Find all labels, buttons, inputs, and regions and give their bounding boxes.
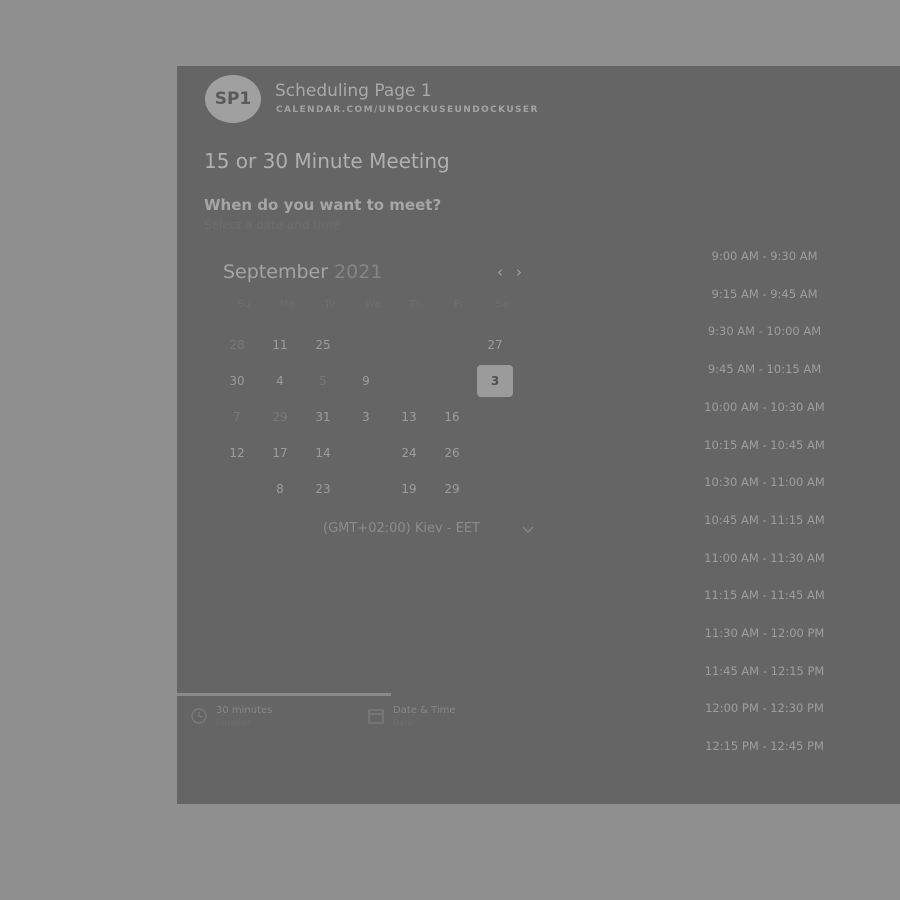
weekday-label: We xyxy=(365,299,381,310)
weekday-label: Tu xyxy=(324,299,336,310)
page: SP1 Scheduling Page 1 CALENDAR.COM/UNDOC… xyxy=(0,0,900,900)
time-slot[interactable]: 9:15 AM - 9:45 AM xyxy=(697,287,832,301)
date-time-question: When do you want to meet? xyxy=(204,196,442,214)
time-slot[interactable]: 10:30 AM - 11:00 AM xyxy=(697,475,832,489)
previous-month-button[interactable]: ‹ xyxy=(492,263,508,281)
date-time-value: Date xyxy=(393,718,413,727)
chevron-right-icon: › xyxy=(516,263,522,281)
timezone-select[interactable]: (GMT+02:00) Kiev - EET xyxy=(323,521,480,536)
calendar-day[interactable]: 28 xyxy=(219,329,255,361)
calendar-day[interactable]: 16 xyxy=(434,401,470,433)
calendar-day[interactable]: 4 xyxy=(262,365,298,397)
date-time-label: Date & Time xyxy=(393,705,456,716)
clock-icon xyxy=(191,708,207,724)
calendar-day[interactable]: 26 xyxy=(434,437,470,469)
scheduling-page-url[interactable]: CALENDAR.COM/UNDOCKUSEUNDOCKUSER xyxy=(276,105,539,115)
calendar-day[interactable]: 23 xyxy=(305,473,341,505)
duration-step[interactable]: 30 minutes Duration xyxy=(190,705,272,729)
calendar-day[interactable]: 31 xyxy=(305,401,341,433)
weekday-label: Sa xyxy=(495,299,509,310)
date-time-subtitle: Select a date and time xyxy=(204,218,341,232)
calendar-day[interactable]: 25 xyxy=(305,329,341,361)
time-slot[interactable]: 12:00 PM - 12:30 PM xyxy=(697,701,832,715)
weekday-label: Mo xyxy=(279,299,295,310)
calendar-day[interactable]: 11 xyxy=(262,329,298,361)
chevron-down-icon[interactable] xyxy=(521,524,535,536)
time-slot[interactable]: 10:00 AM - 10:30 AM xyxy=(697,400,832,414)
calendar-day[interactable]: 5 xyxy=(305,365,341,397)
time-slot[interactable]: 11:15 AM - 11:45 AM xyxy=(697,588,832,602)
avatar: SP1 xyxy=(205,75,261,123)
calendar-day[interactable]: 8 xyxy=(262,473,298,505)
time-slot[interactable]: 10:15 AM - 10:45 AM xyxy=(697,438,832,452)
calendar-day[interactable]: 13 xyxy=(391,401,427,433)
weekday-label: Su xyxy=(237,299,251,310)
calendar-day[interactable]: 29 xyxy=(262,401,298,433)
calendar-day[interactable]: 17 xyxy=(262,437,298,469)
calendar-month-label: September 2021 xyxy=(223,261,382,283)
calendar-day[interactable]: 7 xyxy=(219,401,255,433)
time-slot[interactable]: 9:45 AM - 10:15 AM xyxy=(697,362,832,376)
time-slot[interactable]: 12:15 PM - 12:45 PM xyxy=(697,739,832,753)
next-month-button[interactable]: › xyxy=(511,263,527,281)
duration-label: 30 minutes xyxy=(216,705,273,716)
weekday-label: Fr xyxy=(454,299,464,310)
calendar-day[interactable]: 3 xyxy=(348,401,384,433)
calendar-day[interactable]: 30 xyxy=(219,365,255,397)
date-time-step[interactable]: Date & Time Date xyxy=(367,705,456,729)
chevron-left-icon: ‹ xyxy=(497,263,503,281)
calendar-icon xyxy=(368,709,384,724)
meeting-title: 15 or 30 Minute Meeting xyxy=(204,149,450,173)
time-slot[interactable]: 9:00 AM - 9:30 AM xyxy=(697,249,832,263)
calendar-year: 2021 xyxy=(334,261,383,283)
scheduling-page-name: Scheduling Page 1 xyxy=(275,81,432,101)
time-slot[interactable]: 11:30 AM - 12:00 PM xyxy=(697,626,832,640)
time-slot[interactable]: 11:00 AM - 11:30 AM xyxy=(697,551,832,565)
time-slot[interactable]: 9:30 AM - 10:00 AM xyxy=(697,324,832,338)
selected-day[interactable]: 3 xyxy=(477,365,513,397)
calendar-day[interactable]: 27 xyxy=(477,329,513,361)
calendar-day[interactable]: 19 xyxy=(391,473,427,505)
calendar-month: September xyxy=(223,261,329,283)
calendar-day[interactable]: 29 xyxy=(434,473,470,505)
time-slot[interactable]: 11:45 AM - 12:15 PM xyxy=(697,664,832,678)
time-slot[interactable]: 10:45 AM - 11:15 AM xyxy=(697,513,832,527)
calendar-day[interactable]: 24 xyxy=(391,437,427,469)
calendar-day[interactable]: 9 xyxy=(348,365,384,397)
calendar-day[interactable]: 12 xyxy=(219,437,255,469)
calendar-day[interactable]: 14 xyxy=(305,437,341,469)
duration-value: Duration xyxy=(216,718,251,727)
weekday-label: Th xyxy=(409,299,423,310)
active-step-indicator xyxy=(177,693,391,696)
